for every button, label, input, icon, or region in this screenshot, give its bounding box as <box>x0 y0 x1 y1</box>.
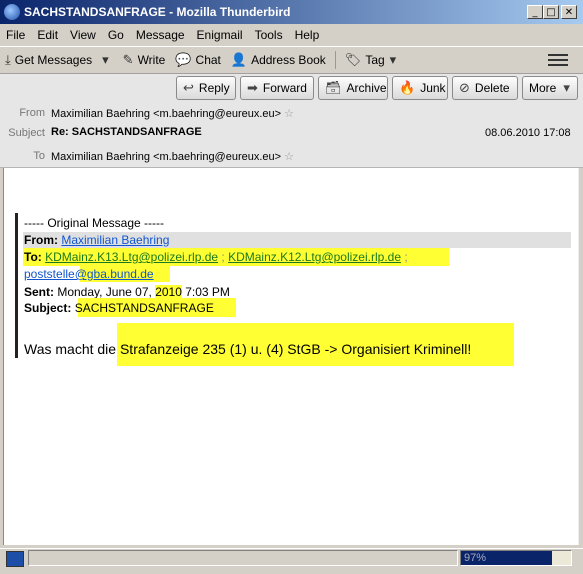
junk-label: Junk <box>420 81 446 95</box>
quoted-to-separator: ; <box>218 250 229 264</box>
quoted-to-link-2[interactable]: KDMainz.K12.Ltg@polizei.rlp.de <box>228 250 401 264</box>
dropdown-arrow-icon: ▾ <box>102 52 109 68</box>
forward-arrow-icon: ➡ <box>247 80 258 96</box>
reply-arrow-icon: ↩ <box>183 80 194 96</box>
to-value[interactable]: Maximilian Baehring <m.baehring@eureux.e… <box>51 150 294 163</box>
menu-enigmail[interactable]: Enigmail <box>191 28 249 42</box>
pencil-icon: ✎ <box>122 52 134 68</box>
quote-bar <box>15 213 18 358</box>
more-label: More <box>529 81 557 95</box>
menu-message[interactable]: Message <box>130 28 191 42</box>
toolbar-separator <box>334 51 336 69</box>
quoted-to-line-2: poststelle@gba.bund.de <box>24 267 154 281</box>
body-text-highlighted: Strafanzeige 235 (1) u. (4) StGB -> Orga… <box>119 341 472 357</box>
get-messages-label: Get Messages <box>14 53 93 67</box>
download-icon: ⤓ <box>5 52 11 68</box>
quoted-to-link-3[interactable]: poststelle@gba.bund.de <box>24 267 154 281</box>
quoted-from-line: From: Maximilian Baehring <box>24 233 169 247</box>
to-address: Maximilian Baehring <m.baehring@eureux.e… <box>51 151 282 163</box>
from-address: Maximilian Baehring <m.baehring@eureux.e… <box>51 108 282 120</box>
minimize-button[interactable]: _ <box>527 5 543 19</box>
quoted-from-link[interactable]: Maximilian Baehring <box>61 233 169 247</box>
menu-bar: File Edit View Go Message Enigmail Tools… <box>0 25 583 45</box>
chat-bubble-icon: 💬 <box>175 52 192 68</box>
menu-file[interactable]: File <box>0 28 31 42</box>
tag-icon: 🏷 <box>344 52 362 68</box>
subject-value: Re: SACHSTANDSANFRAGE <box>51 126 202 138</box>
get-messages-dropdown[interactable]: ▾ <box>97 49 118 71</box>
star-icon[interactable]: ☆ <box>284 107 294 120</box>
close-button[interactable]: ✕ <box>561 5 577 19</box>
chat-button[interactable]: 💬 Chat <box>170 49 226 71</box>
date-value: 08.06.2010 17:08 <box>485 127 571 139</box>
app-menu-icon[interactable] <box>548 51 568 67</box>
to-label: To <box>33 150 45 162</box>
quoted-subject-line: Subject: SACHSTANDSANFRAGE <box>24 301 214 315</box>
archive-label: Archive <box>346 81 387 95</box>
menu-go[interactable]: Go <box>102 28 130 42</box>
star-icon[interactable]: ☆ <box>284 150 294 163</box>
junk-flame-icon: 🔥 <box>399 80 416 96</box>
write-button[interactable]: ✎ Write <box>118 49 171 71</box>
quoted-subject-value: SACHSTANDSANFRAGE <box>74 301 214 315</box>
online-status-icon[interactable] <box>6 551 24 567</box>
window-title: SACHSTANDSANFRAGE - Mozilla Thunderbird <box>24 5 291 19</box>
body-text-prefix: Was macht die <box>24 341 120 357</box>
chat-label: Chat <box>195 53 221 67</box>
quoted-sent-label: Sent: <box>24 285 54 299</box>
archive-button[interactable]: 🗃 Archive <box>318 76 388 100</box>
chevron-down-icon: ▾ <box>563 80 570 96</box>
quoted-to-label: To: <box>24 250 42 264</box>
quoted-sent-time: 7:03 PM <box>181 285 230 299</box>
person-icon: 👤 <box>230 52 248 68</box>
get-messages-button[interactable]: ⤓ Get Messages <box>0 49 97 71</box>
quoted-sent-year: 2010 <box>155 285 182 299</box>
original-message-heading: ----- Original Message ----- <box>24 216 165 230</box>
write-label: Write <box>137 53 166 67</box>
maximize-button[interactable]: □ <box>543 5 559 19</box>
junk-button[interactable]: 🔥 Junk <box>392 76 448 100</box>
more-button[interactable]: More ▾ <box>522 76 578 100</box>
tag-label: Tag <box>365 53 385 67</box>
menu-tools[interactable]: Tools <box>249 28 289 42</box>
archive-box-icon: 🗃 <box>325 80 342 96</box>
subject-label: Subject <box>8 127 45 139</box>
quoted-to-line: To: KDMainz.K13.Ltg@polizei.rlp.de ; KDM… <box>24 250 408 264</box>
thunderbird-icon <box>4 4 20 20</box>
menu-view[interactable]: View <box>64 28 102 42</box>
delete-icon: ⊘ <box>459 80 470 96</box>
forward-label: Forward <box>262 81 307 95</box>
reply-label: Reply <box>198 81 230 95</box>
reply-button[interactable]: ↩ Reply <box>176 76 236 100</box>
main-toolbar: ⤓ Get Messages ▾ ✎ Write 💬 Chat 👤 Addres… <box>0 46 583 74</box>
quoted-from-label: From: <box>24 233 58 247</box>
delete-label: Delete <box>474 81 510 95</box>
delete-button[interactable]: ⊘ Delete <box>452 76 518 100</box>
progress-text: 97% <box>464 552 487 564</box>
menu-help[interactable]: Help <box>289 28 326 42</box>
from-value[interactable]: Maximilian Baehring <m.baehring@eureux.e… <box>51 107 294 120</box>
address-book-button[interactable]: 👤 Address Book <box>226 49 331 71</box>
forward-button[interactable]: ➡ Forward <box>240 76 314 100</box>
status-text-field <box>28 550 458 566</box>
quoted-sent-date: Monday, June 07, <box>54 285 156 299</box>
address-book-label: Address Book <box>251 53 326 67</box>
quoted-sent-line: Sent: Monday, June 07, 2010 7:03 PM <box>24 285 230 299</box>
quoted-subject-label: Subject: <box>24 301 72 315</box>
tag-dropdown-icon: ▾ <box>389 52 397 68</box>
from-label: From <box>19 107 45 119</box>
menu-edit[interactable]: Edit <box>31 28 64 42</box>
tag-button[interactable]: 🏷 Tag ▾ <box>340 49 405 71</box>
quoted-to-link-1[interactable]: KDMainz.K13.Ltg@polizei.rlp.de <box>45 250 218 264</box>
quoted-to-separator: ; <box>401 250 408 264</box>
body-text: Was macht die Strafanzeige 235 (1) u. (4… <box>24 341 471 357</box>
